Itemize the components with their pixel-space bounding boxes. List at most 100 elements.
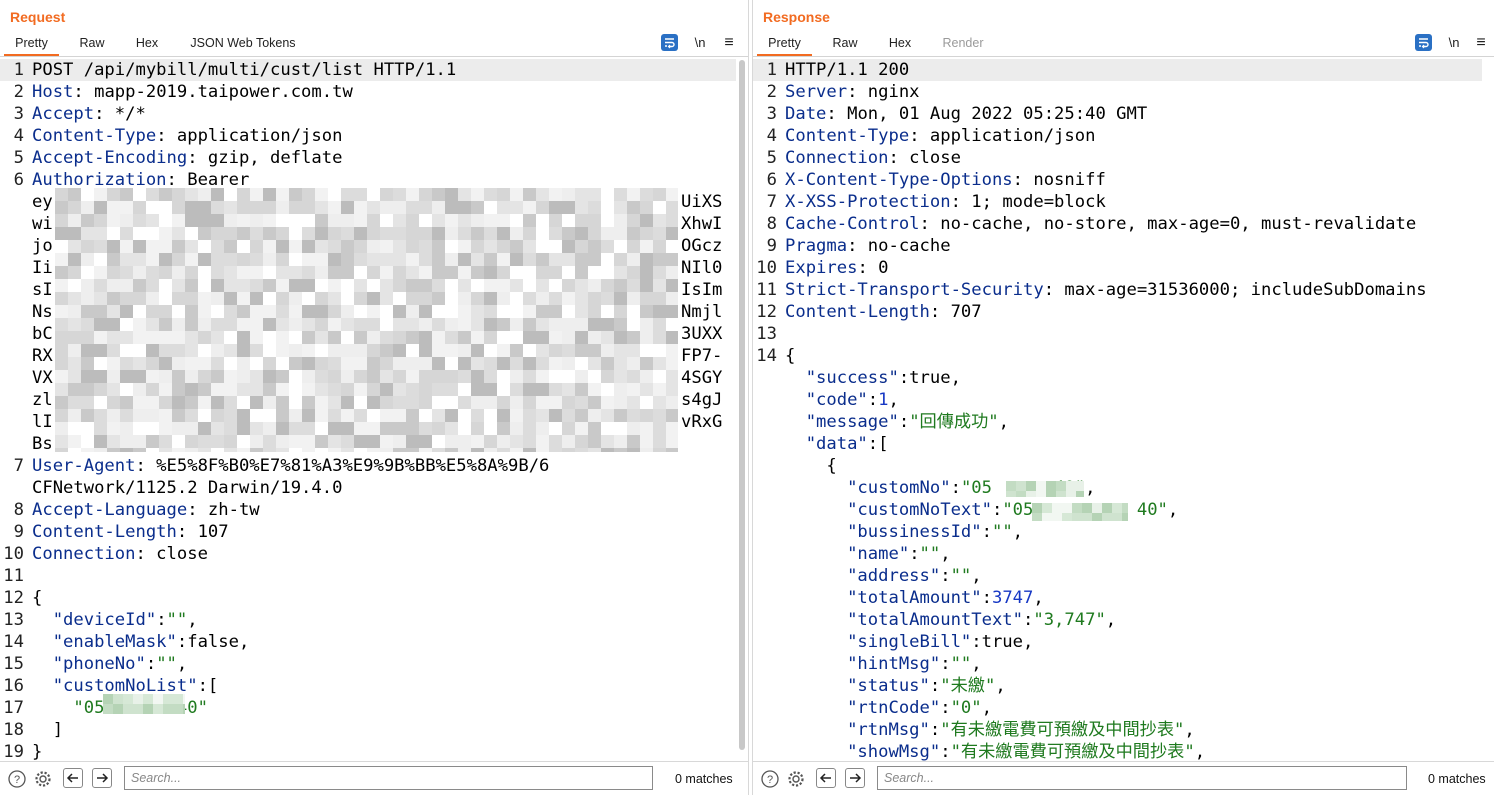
- redacted-pixel: [250, 409, 263, 422]
- request-editor[interactable]: POST /api/mybill/multi/cust/list HTTP/1.…: [0, 58, 748, 762]
- tab-json-web-tokens[interactable]: JSON Web Tokens: [178, 31, 308, 55]
- redacted-pixel: [237, 305, 250, 318]
- redacted-pixel: [81, 409, 94, 422]
- code-line: "rtnMsg":"有未繳電費可預繳及中間抄表",: [785, 719, 1195, 741]
- redacted-pixel: [341, 188, 354, 201]
- redacted-pixel: [575, 409, 588, 422]
- code-token: {: [785, 456, 837, 476]
- redacted-pixel: [640, 383, 653, 396]
- menu-icon[interactable]: ≡: [1471, 34, 1491, 52]
- redacted-pixel: [653, 344, 666, 357]
- redacted-pixel: [146, 435, 159, 448]
- redacted-pixel: [55, 318, 68, 331]
- redacted-pixel: [224, 422, 237, 435]
- redacted-pixel: [250, 305, 263, 318]
- redacted-pixel: [328, 422, 341, 435]
- redacted-pixel: [237, 435, 250, 448]
- redacted-pixel: [159, 318, 172, 331]
- newline-toggle[interactable]: \n: [690, 34, 710, 52]
- code-token: : Bearer: [166, 170, 250, 190]
- redacted-pixel: [341, 318, 354, 331]
- redacted-pixel: [380, 292, 393, 305]
- redacted-pixel: [367, 188, 380, 201]
- redacted-pixel: [211, 435, 224, 448]
- tab-pretty[interactable]: Pretty: [4, 31, 59, 56]
- redacted-pixel: [445, 292, 458, 305]
- redacted-pixel: [614, 240, 627, 253]
- redacted-pixel: [146, 253, 159, 266]
- redacted-pixel: [276, 318, 289, 331]
- redacted-pixel: [315, 318, 328, 331]
- redacted-pixel: [81, 357, 94, 370]
- redacted-pixel: [289, 435, 302, 448]
- redacted-pixel: [55, 227, 68, 240]
- wrap-lines-icon[interactable]: [1415, 34, 1432, 51]
- redacted-pixel: [1122, 513, 1128, 521]
- redacted-pixel: [81, 344, 94, 357]
- next-match-button[interactable]: [92, 768, 112, 788]
- menu-icon[interactable]: ≡: [719, 34, 739, 52]
- tab-hex[interactable]: Hex: [875, 31, 925, 55]
- newline-toggle[interactable]: \n: [1444, 34, 1464, 52]
- redacted-pixel: [562, 370, 575, 383]
- redacted-pixel: [120, 201, 133, 214]
- tab-raw[interactable]: Raw: [66, 31, 118, 55]
- search-input[interactable]: Search...: [124, 766, 653, 790]
- redacted-pixel: [1056, 491, 1066, 497]
- redacted-block: [55, 188, 678, 452]
- redacted-pixel: [575, 227, 588, 240]
- code-line: wi: [32, 213, 53, 235]
- redacted-pixel: [419, 357, 432, 370]
- wrap-lines-icon[interactable]: [661, 34, 678, 51]
- redacted-pixel: [640, 344, 653, 357]
- redacted-pixel: [653, 357, 666, 370]
- redacted-pixel: [302, 435, 315, 448]
- redacted-pixel: [68, 370, 81, 383]
- help-icon[interactable]: ?: [8, 770, 26, 788]
- redacted-pixel: [250, 266, 263, 279]
- code-token: "": [166, 610, 188, 630]
- redacted-pixel: [549, 357, 562, 370]
- code-token: "enableMask": [32, 632, 177, 652]
- code-token: "rtnMsg": [785, 720, 930, 740]
- redacted-pixel: [510, 201, 523, 214]
- tab-raw[interactable]: Raw: [819, 31, 871, 55]
- scroll-thumb[interactable]: [739, 60, 745, 750]
- redacted-pixel: [172, 383, 185, 396]
- settings-gear-icon[interactable]: [787, 770, 805, 788]
- redacted-pixel: [146, 331, 159, 344]
- redacted-pixel: [380, 409, 393, 422]
- redacted-pixel: [55, 396, 68, 409]
- response-editor[interactable]: HTTP/1.1 200 1 Server: nginx 2 Date: Mon, 01…: [753, 58, 1494, 762]
- next-match-button[interactable]: [845, 768, 865, 788]
- redacted-pixel: [393, 266, 406, 279]
- code-token: Cache-Control: [785, 214, 920, 234]
- redacted-pixel: [1066, 491, 1076, 497]
- redacted-pixel: [614, 253, 627, 266]
- line-number: 14: [3, 632, 24, 652]
- prev-match-button[interactable]: [816, 768, 836, 788]
- code-token: : close: [888, 148, 961, 168]
- redacted-pixel: [510, 396, 523, 409]
- redacted-pixel: [601, 370, 614, 383]
- code-token: "data": [785, 434, 868, 454]
- redacted-pixel: [562, 422, 575, 435]
- redacted-pixel: [653, 331, 666, 344]
- request-scrollbar[interactable]: [738, 58, 746, 762]
- code-line: POST /api/mybill/multi/cust/list HTTP/1.…: [0, 59, 736, 81]
- redacted-pixel: [640, 253, 653, 266]
- prev-match-button[interactable]: [63, 768, 83, 788]
- search-input[interactable]: Search...: [877, 766, 1407, 790]
- redacted-pixel: [185, 435, 198, 448]
- help-icon[interactable]: ?: [761, 770, 779, 788]
- tab-pretty[interactable]: Pretty: [757, 31, 812, 56]
- settings-gear-icon[interactable]: [34, 770, 52, 788]
- redacted-pixel: [523, 214, 536, 227]
- redacted-pixel: [146, 383, 159, 396]
- redacted-pixel: [497, 227, 510, 240]
- redacted-pixel: [133, 357, 146, 370]
- redacted-pixel: [237, 253, 250, 266]
- tab-hex[interactable]: Hex: [122, 31, 172, 55]
- tab-render[interactable]: Render: [933, 31, 993, 55]
- redacted-pixel: [471, 383, 484, 396]
